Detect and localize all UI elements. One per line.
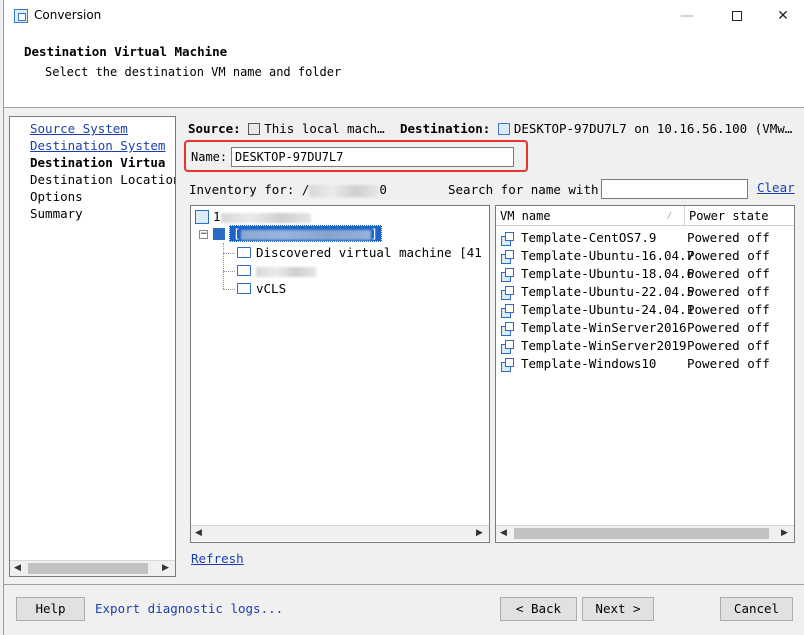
maximize-icon (732, 11, 742, 21)
redacted-datacenter-name (240, 229, 371, 240)
vm-template-icon (501, 268, 514, 282)
destination-label: Destination: (400, 121, 491, 136)
tree-datacenter[interactable]: [] (213, 225, 383, 243)
vm-template-icon (501, 340, 514, 354)
folder-icon (237, 265, 251, 276)
scroll-right-icon[interactable]: ▶ (781, 528, 788, 538)
scroll-left-icon[interactable]: ◀ (195, 528, 202, 538)
local-machine-icon (248, 123, 261, 135)
wizard-steps-panel: Source System Destination System Destina… (9, 116, 176, 577)
step-destination-system[interactable]: Destination System (30, 138, 165, 153)
destination-value: DESKTOP-97DU7L7 on 10.16.56.100 (VMw… (513, 121, 793, 136)
scroll-left-icon[interactable]: ◀ (14, 563, 21, 573)
vm-template-icon (501, 304, 514, 318)
name-field-highlight: Name: (184, 140, 528, 172)
page-title: Destination Virtual Machine (24, 44, 228, 59)
datacenter-icon (213, 228, 225, 240)
redacted-root-name (220, 212, 311, 223)
redacted-folder-name (256, 266, 316, 277)
tree-horizontal-scrollbar[interactable]: ◀ ▶ (191, 525, 489, 541)
scroll-right-icon[interactable]: ▶ (476, 528, 483, 538)
next-button[interactable]: Next > (582, 597, 654, 621)
search-input[interactable] (601, 179, 748, 199)
vm-template-icon (501, 232, 514, 246)
step-source-system[interactable]: Source System (30, 121, 128, 136)
name-label: Name: (191, 150, 228, 164)
scroll-left-icon[interactable]: ◀ (500, 528, 507, 538)
window-title: Conversion (34, 8, 102, 22)
vm-list-horizontal-scrollbar[interactable]: ◀ ▶ (496, 525, 794, 541)
tree-folder-redacted[interactable] (237, 262, 316, 280)
export-diagnostic-logs-link[interactable]: Export diagnostic logs... (95, 601, 283, 616)
vm-template-icon (501, 322, 514, 336)
sort-icon: ⁄ (666, 209, 673, 222)
steps-horizontal-scrollbar[interactable]: ◀ ▶ (10, 560, 175, 576)
vm-name-input[interactable] (231, 147, 514, 167)
source-value: This local mach… (264, 121, 385, 136)
redacted-host (309, 184, 380, 197)
maximize-button[interactable] (714, 0, 760, 32)
step-options: Options (30, 189, 83, 204)
minimize-button[interactable]: — (664, 0, 710, 32)
collapse-icon[interactable]: − (199, 230, 208, 239)
vm-template-icon (501, 358, 514, 372)
vm-list[interactable]: VM name ⁄ Power state Template-CentOS7.9… (495, 205, 795, 543)
conversion-window: Conversion — ✕ Destination Virtual Machi… (3, 0, 804, 635)
tree-root-vcenter[interactable]: 1 (195, 208, 311, 226)
folder-icon (237, 283, 251, 294)
converter-app-icon (14, 9, 28, 23)
help-button[interactable]: Help (16, 597, 85, 621)
vcenter-icon (195, 210, 209, 224)
scroll-right-icon[interactable]: ▶ (162, 563, 169, 573)
destination-info: Destination: DESKTOP-97DU7L7 on 10.16.56… (400, 121, 792, 136)
refresh-link[interactable]: Refresh (191, 551, 244, 566)
source-label: Source: (188, 121, 241, 136)
vmware-destination-icon (497, 123, 510, 135)
folder-icon (237, 247, 251, 258)
selected-datacenter-label: [] (229, 225, 383, 242)
clear-link[interactable]: Clear (757, 180, 795, 195)
search-label: Search for name with: (448, 182, 607, 197)
inventory-label: Inventory for: /0 (189, 182, 387, 197)
close-icon: ✕ (777, 8, 789, 24)
tree-folder-discovered[interactable]: Discovered virtual machine [41 VM (237, 244, 489, 262)
footer-separator (4, 584, 804, 585)
source-info: Source: This local mach… (188, 121, 385, 136)
column-header-vm-name[interactable]: VM name ⁄ (496, 206, 685, 226)
step-destination-virtual-machine: Destination Virtua (30, 155, 166, 170)
step-destination-location: Destination Location (30, 172, 176, 187)
column-header-power-state[interactable]: Power state (685, 206, 794, 226)
page-subtitle: Select the destination VM name and folde… (45, 65, 342, 79)
tree-folder-vcls[interactable]: vCLS (237, 280, 286, 298)
close-button[interactable]: ✕ (760, 0, 804, 32)
wizard-header: Destination Virtual Machine Select the d… (4, 32, 804, 108)
scrollbar-thumb[interactable] (28, 563, 148, 574)
vm-template-icon (501, 286, 514, 300)
vm-template-icon (501, 250, 514, 264)
back-button[interactable]: < Back (500, 597, 577, 621)
inventory-tree[interactable]: 1 − [] Discovered virtual machine [41 VM… (190, 205, 490, 543)
scrollbar-thumb[interactable] (514, 528, 769, 539)
step-summary: Summary (30, 206, 83, 221)
cancel-button[interactable]: Cancel (720, 597, 793, 621)
title-bar: Conversion — ✕ (4, 0, 804, 32)
